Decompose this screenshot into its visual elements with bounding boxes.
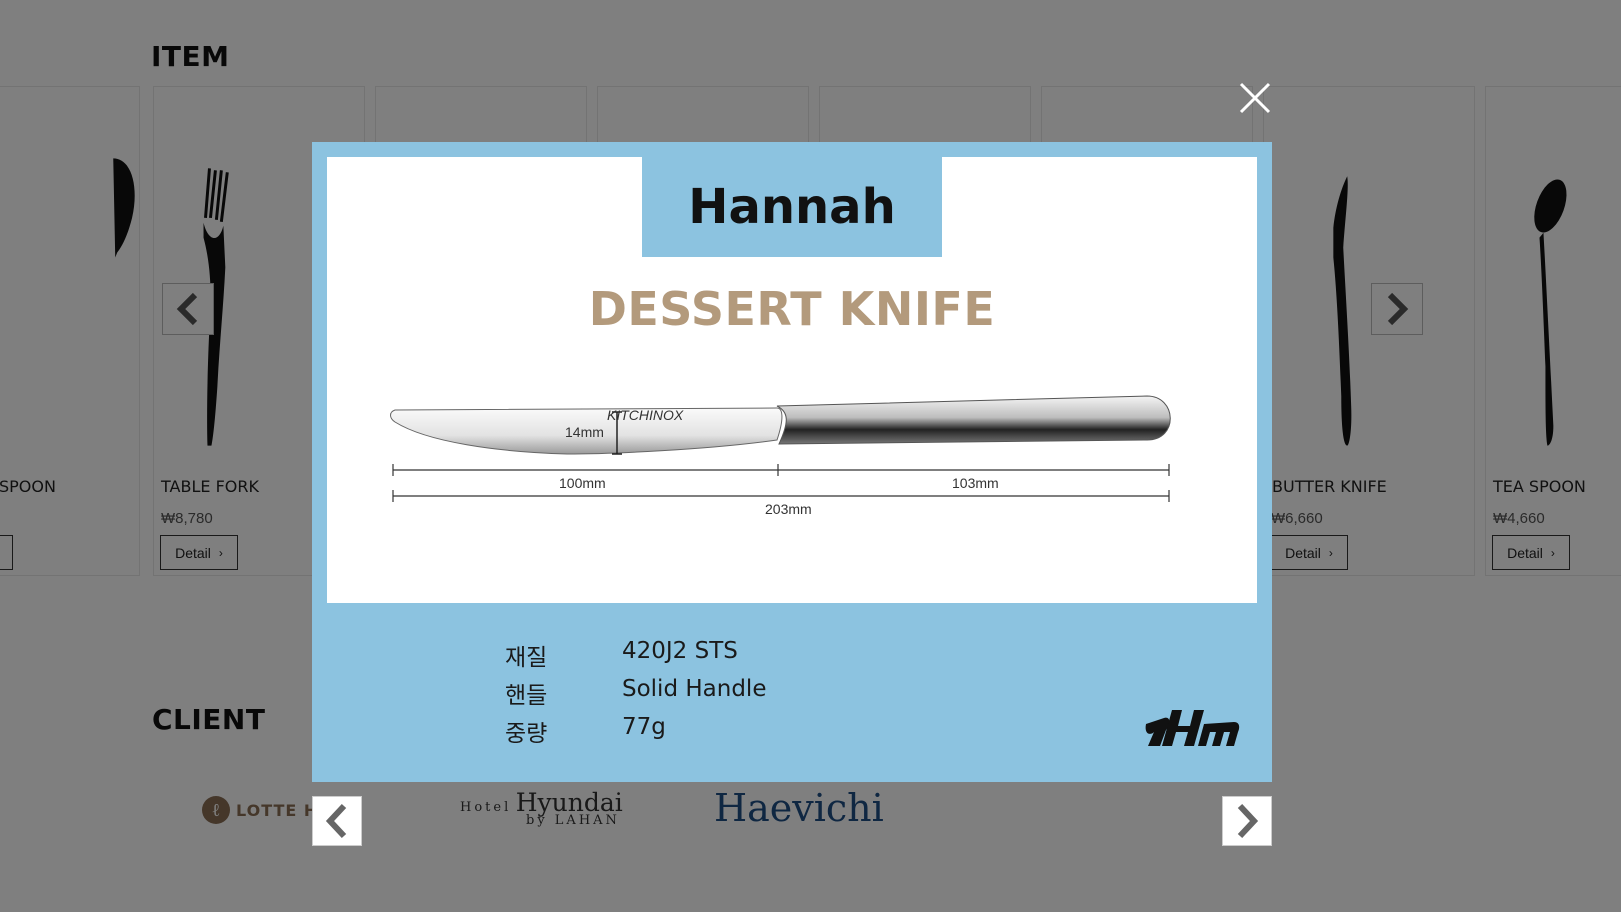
product-title: DESSERT KNIFE — [588, 282, 996, 336]
close-button[interactable] — [1237, 80, 1273, 116]
chevron-left-icon — [325, 803, 347, 839]
brand-tab: Hannah — [642, 157, 942, 257]
modal-next-button[interactable] — [1222, 796, 1272, 846]
svg-text:100mm: 100mm — [559, 475, 606, 491]
svg-text:203mm: 203mm — [765, 501, 812, 517]
svg-text:KITCHINOX: KITCHINOX — [607, 407, 684, 423]
dhm-logo — [1145, 710, 1240, 746]
product-detail-modal: Hannah DESSERT KNIFE 14mm KITCHINOX 100m… — [312, 142, 1272, 782]
modal-prev-button[interactable] — [312, 796, 362, 846]
svg-text:14mm: 14mm — [565, 424, 604, 440]
brand-name: Hannah — [688, 179, 896, 235]
close-icon — [1239, 82, 1271, 114]
svg-text:103mm: 103mm — [952, 475, 999, 491]
chevron-right-icon — [1237, 803, 1259, 839]
knife-diagram: 14mm KITCHINOX 100mm 103mm 203mm — [390, 395, 1171, 517]
